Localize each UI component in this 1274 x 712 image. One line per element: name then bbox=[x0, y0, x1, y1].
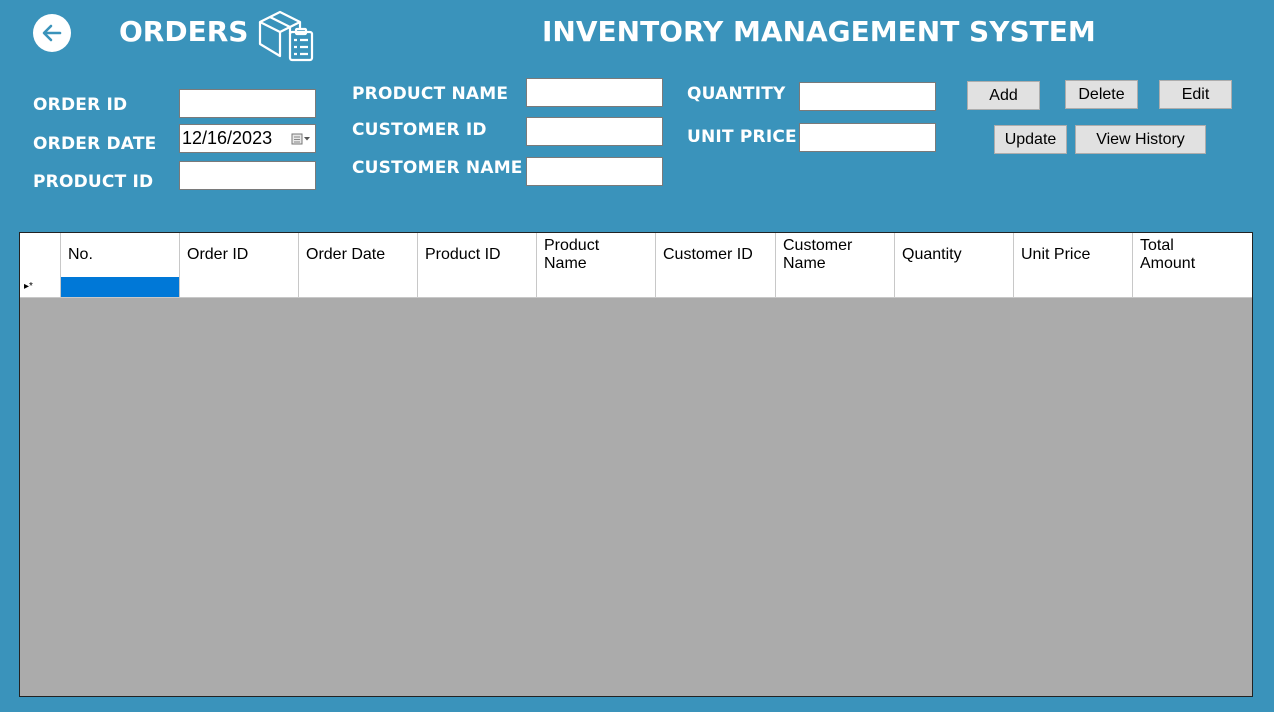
table-cell-total-amount[interactable] bbox=[1133, 277, 1252, 298]
order-id-label: ORDER ID bbox=[33, 95, 128, 115]
table-cell-unit-price[interactable] bbox=[1014, 277, 1133, 298]
new-row-indicator: ▸* bbox=[20, 277, 61, 298]
column-header-customer-name[interactable]: Customer Name bbox=[776, 233, 895, 277]
customer-name-label: CUSTOMER NAME bbox=[352, 158, 523, 178]
order-id-input[interactable] bbox=[179, 89, 316, 118]
column-header-customer-id[interactable]: Customer ID bbox=[656, 233, 776, 277]
table-cell-order-date[interactable] bbox=[299, 277, 418, 298]
customer-id-label: CUSTOMER ID bbox=[352, 120, 487, 140]
order-date-value: 12/16/2023 bbox=[182, 128, 273, 148]
arrow-left-icon bbox=[42, 24, 62, 42]
unit-price-input[interactable] bbox=[799, 123, 936, 152]
app-title: INVENTORY MANAGEMENT SYSTEM bbox=[542, 15, 1096, 48]
back-button[interactable] bbox=[33, 14, 71, 52]
view-history-button[interactable]: View History bbox=[1075, 125, 1206, 154]
product-id-label: PRODUCT ID bbox=[33, 172, 154, 192]
update-button[interactable]: Update bbox=[994, 125, 1067, 154]
quantity-label: QUANTITY bbox=[687, 84, 786, 104]
column-header-no[interactable]: No. bbox=[61, 233, 180, 277]
row-header-corner bbox=[20, 233, 61, 277]
column-header-quantity[interactable]: Quantity bbox=[895, 233, 1014, 277]
table-cell-product-id[interactable] bbox=[418, 277, 537, 298]
table-cell-customer-id[interactable] bbox=[656, 277, 776, 298]
add-button[interactable]: Add bbox=[967, 81, 1040, 110]
package-checklist-icon bbox=[256, 6, 318, 69]
column-header-order-date[interactable]: Order Date bbox=[299, 233, 418, 277]
table-cell-order-id[interactable] bbox=[180, 277, 299, 298]
orders-table[interactable]: No. Order ID Order Date Product ID Produ… bbox=[19, 232, 1253, 697]
product-id-input[interactable] bbox=[179, 161, 316, 190]
column-header-unit-price[interactable]: Unit Price bbox=[1014, 233, 1133, 277]
column-header-product-name[interactable]: Product Name bbox=[537, 233, 656, 277]
table-new-row[interactable]: ▸* bbox=[20, 277, 1252, 298]
order-date-label: ORDER DATE bbox=[33, 134, 157, 154]
customer-name-input[interactable] bbox=[526, 157, 663, 186]
column-header-total-amount[interactable]: Total Amount bbox=[1133, 233, 1252, 277]
table-cell-product-name[interactable] bbox=[537, 277, 656, 298]
table-cell-customer-name[interactable] bbox=[776, 277, 895, 298]
column-header-product-id[interactable]: Product ID bbox=[418, 233, 537, 277]
unit-price-label: UNIT PRICE bbox=[687, 127, 797, 147]
column-header-order-id[interactable]: Order ID bbox=[180, 233, 299, 277]
delete-button[interactable]: Delete bbox=[1065, 80, 1138, 109]
calendar-dropdown-icon[interactable] bbox=[291, 133, 311, 145]
table-header-row: No. Order ID Order Date Product ID Produ… bbox=[20, 233, 1252, 278]
table-cell-quantity[interactable] bbox=[895, 277, 1014, 298]
order-date-picker[interactable]: 12/16/2023 bbox=[179, 124, 316, 153]
quantity-input[interactable] bbox=[799, 82, 936, 111]
edit-button[interactable]: Edit bbox=[1159, 80, 1232, 109]
page-title: ORDERS bbox=[119, 15, 249, 48]
customer-id-input[interactable] bbox=[526, 117, 663, 146]
product-name-label: PRODUCT NAME bbox=[352, 84, 509, 104]
table-cell-no[interactable] bbox=[61, 277, 180, 298]
product-name-input[interactable] bbox=[526, 78, 663, 107]
